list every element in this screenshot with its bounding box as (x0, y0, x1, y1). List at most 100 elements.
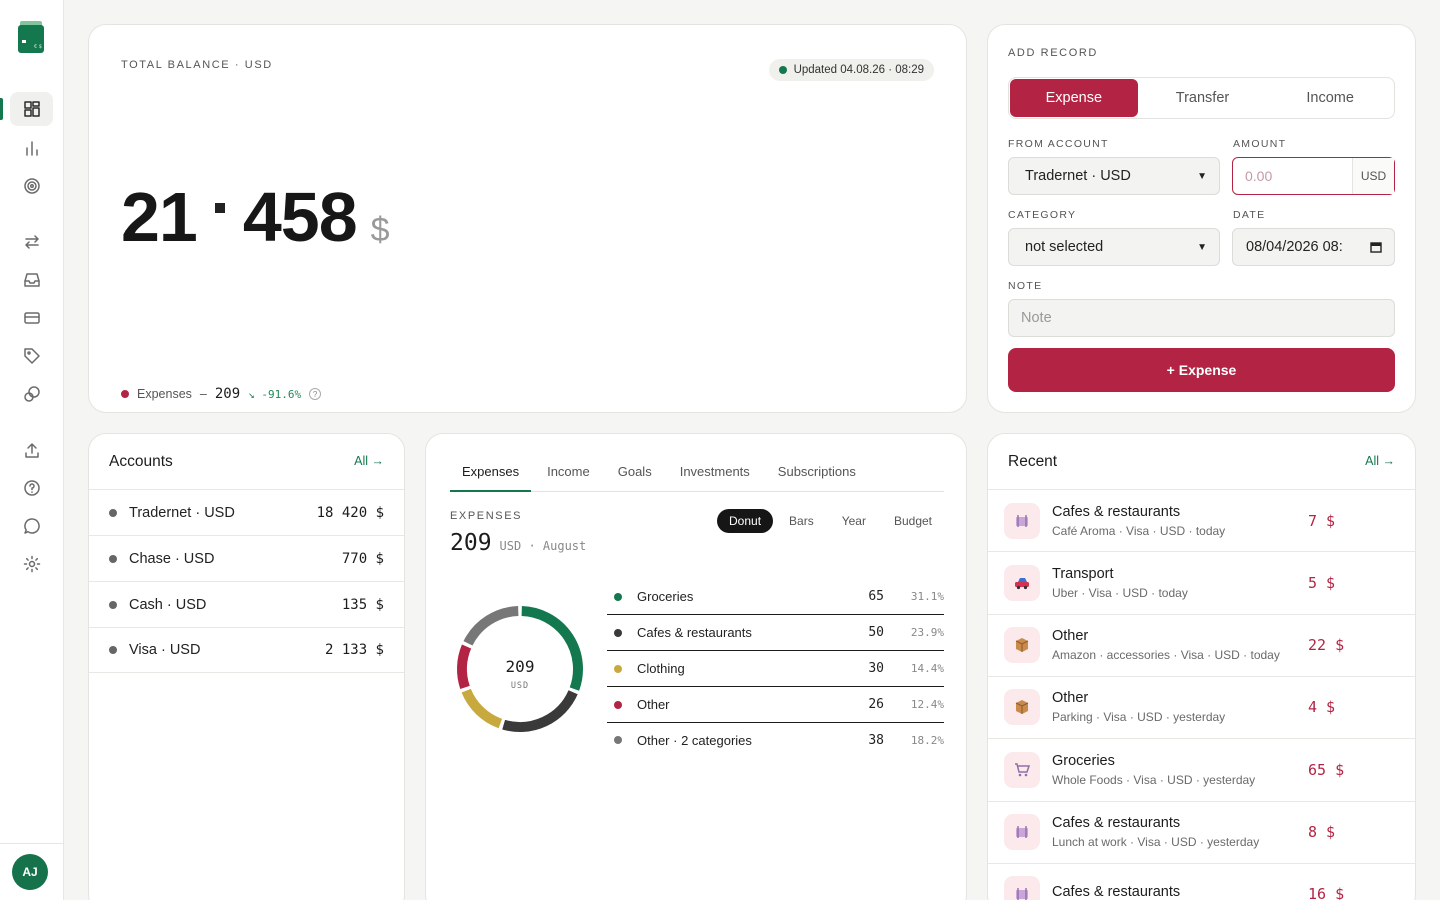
from-account-select[interactable]: Tradernet · USD ▼ (1008, 157, 1220, 195)
nav-tags[interactable] (10, 339, 53, 373)
transaction-row[interactable]: Transport Uber · Visa · USD · today 5 $ (988, 551, 1415, 613)
transaction-info: Cafes & restaurants Lunch at work · Visa … (1052, 815, 1259, 849)
transaction-amount: 5 $ (1308, 573, 1336, 592)
active-nav-indicator (0, 98, 3, 120)
legend-label: Groceries (637, 589, 694, 604)
transaction-row[interactable]: Groceries Whole Foods · Visa · USD · yest… (988, 738, 1415, 800)
cart-icon (1004, 751, 1040, 788)
amount-input[interactable]: 0.00 (1233, 168, 1352, 184)
nav-dashboard[interactable] (10, 92, 53, 126)
help-circle-icon (23, 480, 40, 496)
legend-percent: 12.4% (910, 698, 944, 711)
view-bars[interactable]: Bars (777, 509, 826, 533)
recent-title: Recent (1008, 453, 1058, 470)
box-icon (1004, 689, 1040, 726)
nav-chat[interactable] (10, 509, 53, 543)
user-avatar[interactable]: AJ (12, 854, 48, 890)
donut-segment[interactable] (521, 606, 583, 691)
nav-help[interactable] (10, 471, 53, 505)
tab-transfer[interactable]: Transfer (1139, 78, 1267, 118)
transaction-row[interactable]: Other Parking · Visa · USD · yesterday 4 $ (988, 675, 1415, 738)
transaction-subtitle: Café Aroma · Visa · USD · today (1052, 523, 1226, 538)
date-input[interactable]: 08/04/2026 08: (1232, 228, 1395, 266)
tab-income[interactable]: Income (1266, 78, 1394, 118)
nav-analytics[interactable] (10, 131, 53, 165)
donut-segment[interactable] (502, 690, 578, 732)
legend-label: Clothing (637, 661, 685, 676)
tab-subscriptions[interactable]: Subscriptions (762, 464, 868, 492)
legend-percent: 18.2% (910, 733, 944, 747)
sidebar-divider (0, 843, 63, 844)
view-year[interactable]: Year (830, 509, 878, 533)
record-type-switch: Expense Transfer Income (1008, 77, 1395, 119)
transaction-row[interactable]: Cafes & restaurants Café Aroma · Visa · U… (988, 489, 1415, 551)
calendar-icon[interactable] (1370, 241, 1382, 253)
nav-settings[interactable] (10, 547, 53, 581)
legend-dot-icon (614, 592, 622, 601)
balance-minor: 458 (242, 178, 358, 256)
account-row[interactable]: Tradernet · USD 18 420 $ (89, 489, 404, 535)
tab-goals[interactable]: Goals (602, 464, 664, 492)
add-expense-button[interactable]: + Expense (1008, 348, 1395, 392)
legend-percent: 31.1% (910, 590, 944, 603)
nav-inbox[interactable] (10, 263, 53, 297)
donut-segment[interactable] (457, 644, 472, 690)
transaction-amount: 22 $ (1308, 636, 1345, 655)
recent-all-link[interactable]: All → (1365, 454, 1395, 468)
legend-row[interactable]: Cafes & restaurants 50 23.9% (607, 615, 944, 651)
expenses-dash: – (199, 387, 207, 401)
transaction-row[interactable]: Cafes & restaurants Lunch at work · Visa … (988, 800, 1415, 863)
account-amount: 2 133 $ (324, 642, 384, 658)
accounts-all-link[interactable]: All → (354, 454, 384, 468)
transaction-title: Other (1052, 690, 1089, 707)
wallet-logo-icon[interactable]: € $ (17, 21, 45, 54)
legend-row[interactable]: Clothing 30 14.4% (607, 651, 944, 687)
recent-card: Recent All → Cafes & restaurants Café Aro… (987, 433, 1416, 900)
legend-row[interactable]: Other · 2 categories 38 18.2% (607, 722, 944, 758)
tab-income[interactable]: Income (531, 464, 602, 492)
analytics-tabs: Expenses Income Goals Investments Subscr… (450, 464, 944, 492)
note-placeholder: Note (1021, 310, 1052, 326)
help-icon[interactable]: ? (309, 388, 322, 400)
thousands-separator (214, 203, 225, 213)
view-donut[interactable]: Donut (717, 509, 774, 533)
note-label: NOTE (1008, 280, 1043, 292)
donut-segment[interactable] (463, 606, 519, 646)
account-row[interactable]: Chase · USD 770 $ (89, 535, 404, 581)
account-row[interactable]: Visa · USD 2 133 $ (89, 627, 404, 673)
account-name: Cash · USD (129, 596, 207, 613)
transaction-amount: 4 $ (1308, 698, 1336, 717)
note-input[interactable]: Note (1008, 299, 1395, 337)
view-budget[interactable]: Budget (882, 509, 944, 533)
expenses-donut-chart: 209 USD (457, 606, 583, 732)
expenses-caption: EXPENSES (450, 510, 523, 522)
transaction-row[interactable]: Cafes & restaurants 16 $ (988, 862, 1415, 900)
transaction-row[interactable]: Other Amazon · accessories · Visa · USD ·… (988, 613, 1415, 676)
box-icon (1004, 627, 1040, 664)
legend-row[interactable]: Groceries 65 31.1% (607, 579, 944, 615)
donut-segment[interactable] (461, 688, 503, 729)
tab-expenses[interactable]: Expenses (450, 464, 532, 492)
nav-cards[interactable] (10, 301, 53, 335)
donut-center-unit: USD (511, 681, 529, 691)
category-select[interactable]: not selected ▼ (1008, 228, 1220, 266)
legend-row[interactable]: Other 26 12.4% (607, 687, 944, 723)
nav-export[interactable] (10, 433, 53, 467)
tab-expense[interactable]: Expense (1010, 79, 1138, 117)
legend-value: 65 (868, 589, 884, 604)
expenses-total-suffix: USD · August (499, 539, 587, 553)
legend-label: Other (637, 697, 670, 712)
nav-goals[interactable] (10, 169, 53, 203)
tab-investments[interactable]: Investments (664, 464, 762, 492)
category-label: CATEGORY (1008, 209, 1077, 221)
transaction-amount: 16 $ (1308, 885, 1345, 900)
amount-field[interactable]: 0.00 USD (1232, 157, 1395, 195)
nav-investments[interactable] (10, 377, 53, 411)
status-dot-icon (778, 66, 787, 74)
transaction-amount: 7 $ (1308, 511, 1336, 530)
expenses-change: ↘ -91.6% (248, 387, 302, 401)
transaction-info: Other Parking · Visa · USD · yesterday (1052, 690, 1225, 724)
account-amount: 135 $ (341, 596, 384, 613)
account-row[interactable]: Cash · USD 135 $ (89, 581, 404, 627)
nav-transfers[interactable] (10, 225, 53, 259)
